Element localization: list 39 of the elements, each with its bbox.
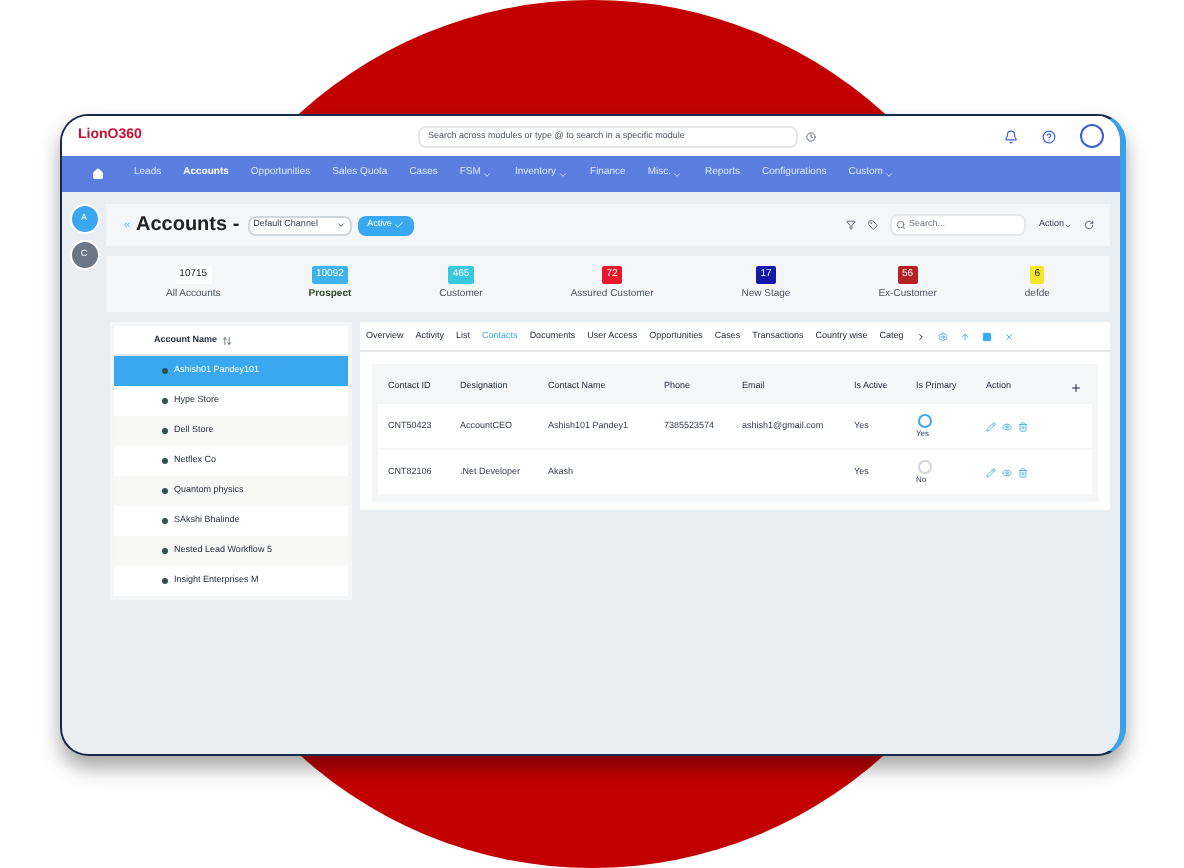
clock-icon[interactable] [806, 131, 816, 141]
edit-icon[interactable] [986, 467, 996, 477]
chevron-icon [335, 220, 346, 230]
filter-icon[interactable] [846, 220, 857, 230]
eye-icon[interactable] [1002, 467, 1012, 477]
bullet-icon [162, 458, 168, 464]
trash-icon[interactable] [1018, 467, 1028, 477]
eye-icon[interactable] [1002, 421, 1012, 431]
trash-icon[interactable] [1018, 421, 1028, 431]
refresh-icon[interactable] [1084, 220, 1094, 230]
search-icon [896, 220, 907, 230]
bullet-icon [162, 368, 168, 374]
page-title: Accounts - [136, 212, 240, 240]
arrow-up-icon[interactable] [959, 331, 970, 341]
collapse-icon[interactable] [122, 220, 132, 230]
chevron-icon [558, 169, 569, 179]
bullet-icon [162, 428, 168, 434]
settings-icon[interactable] [937, 331, 948, 341]
bell-icon[interactable] [1004, 129, 1018, 143]
avatar[interactable] [1080, 124, 1104, 148]
edit-icon[interactable] [986, 421, 996, 431]
radio-button[interactable] [918, 413, 932, 427]
home-icon[interactable] [92, 168, 104, 180]
bullet-icon [162, 488, 168, 494]
tag-icon[interactable] [868, 220, 879, 230]
help-icon[interactable] [1042, 129, 1056, 143]
chevron-icon [482, 169, 493, 179]
sort-icon[interactable] [221, 335, 232, 345]
square-icon[interactable] [981, 331, 992, 341]
chevron-icon [672, 169, 683, 179]
bullet-icon [162, 578, 168, 584]
radio-button[interactable] [918, 459, 932, 473]
check-icon [393, 220, 404, 230]
bullet-icon [162, 518, 168, 524]
bullet-icon [162, 548, 168, 554]
bullet-icon [162, 398, 168, 404]
chevron-icon [884, 169, 895, 179]
chevron-right-icon[interactable] [915, 331, 926, 341]
add-icon[interactable] [1070, 381, 1082, 393]
